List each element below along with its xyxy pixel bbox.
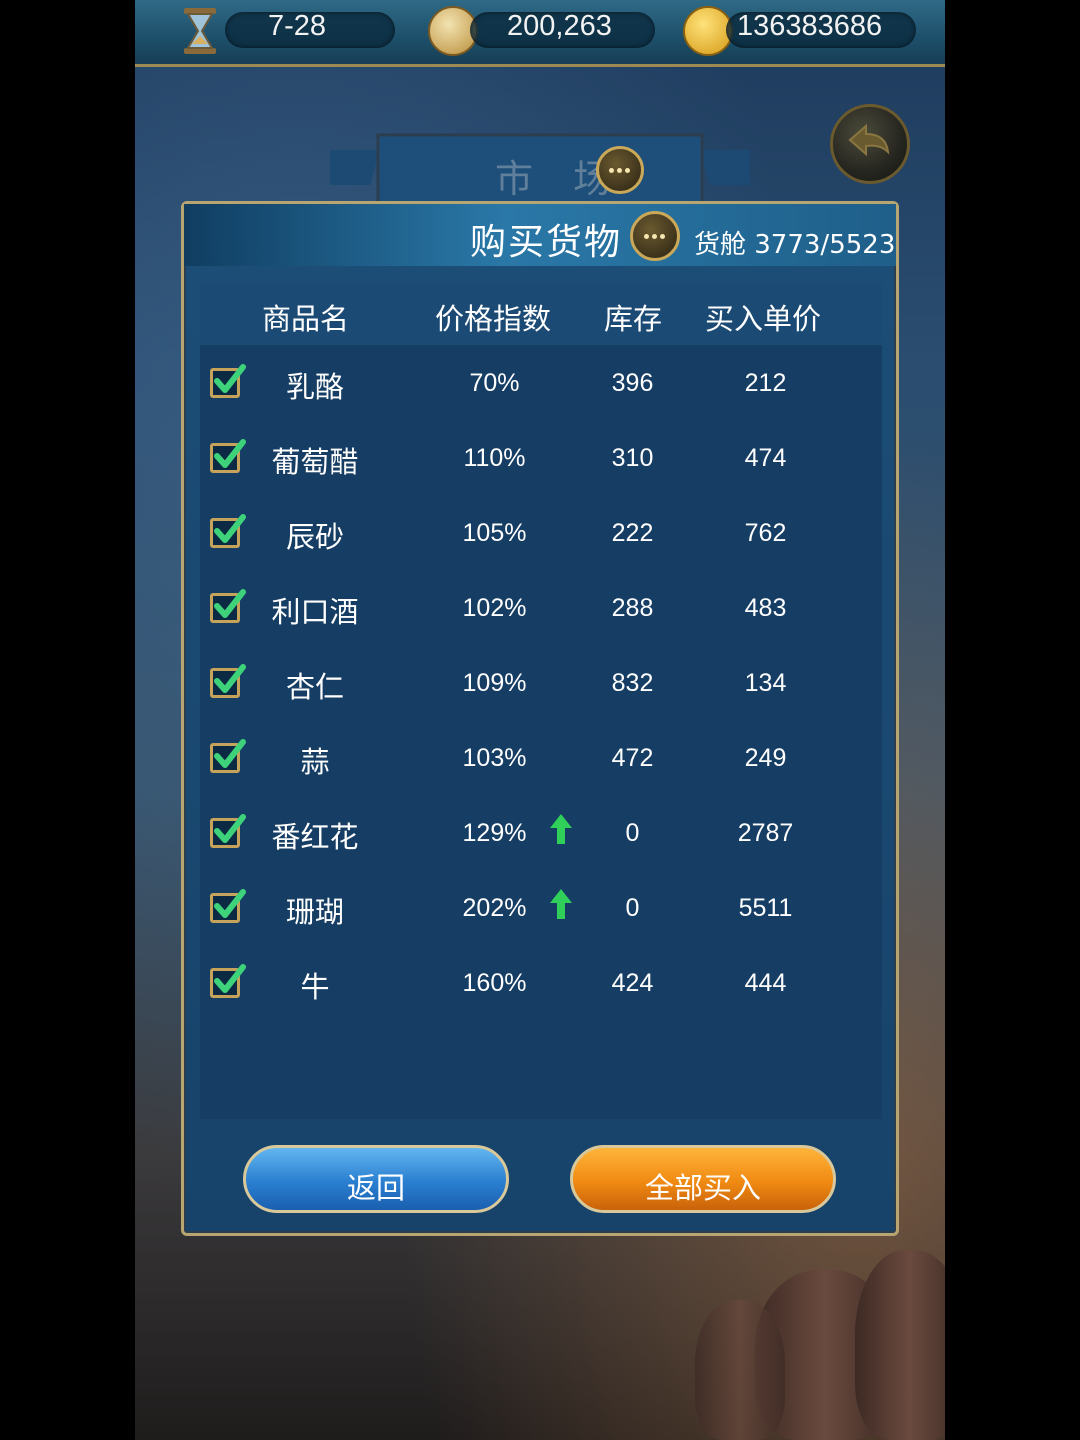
unit-price: 2787 [737,819,794,847]
unit-price: 762 [744,519,787,547]
table-row[interactable]: 利口酒 102% 288 483 [200,573,882,648]
price-index: 70% [469,369,520,397]
stock: 832 [611,669,654,697]
unit-price: 444 [744,969,787,997]
table-row[interactable]: 蒜 103% 472 249 [200,723,882,798]
goods-name: 利口酒 [271,595,359,629]
unit-price: 474 [744,444,787,472]
table-row[interactable]: 葡萄醋 110% 310 474 [200,423,882,498]
price-index: 105% [462,519,527,547]
row-checkbox[interactable] [210,439,246,473]
row-checkbox[interactable] [210,889,246,923]
up-arrow-icon [550,814,572,844]
chat-bubble-icon[interactable] [630,211,680,261]
row-checkbox[interactable] [210,664,246,698]
header-name: 商品名 [262,302,350,336]
panel-title: 购买货物 [470,222,623,263]
goods-name: 杏仁 [285,670,344,704]
row-checkbox[interactable] [210,964,246,998]
header-stock: 库存 [604,302,663,336]
header-price-index: 价格指数 [435,302,552,336]
goods-name: 葡萄醋 [271,445,359,479]
stock: 396 [611,369,654,397]
goods-name: 蒜 [300,745,330,779]
return-button[interactable] [830,104,910,184]
stock: 424 [611,969,654,997]
table-row[interactable]: 牛 160% 424 444 [200,948,882,1023]
goods-name: 辰砂 [285,520,344,554]
back-button-label: 返回 [346,1171,405,1205]
unit-price: 134 [744,669,787,697]
row-checkbox[interactable] [210,514,246,548]
stock: 0 [625,894,640,922]
price-index: 103% [462,744,527,772]
table-row[interactable]: 乳酪 70% 396 212 [200,348,882,423]
table-row[interactable]: 珊瑚 202% 0 5511 [200,873,882,948]
unit-price: 212 [744,369,787,397]
goods-name: 乳酪 [285,370,344,404]
unit-price: 483 [744,594,787,622]
back-button[interactable]: 返回 [243,1145,509,1213]
row-checkbox[interactable] [210,739,246,773]
price-index: 109% [462,669,527,697]
goods-name: 珊瑚 [285,895,344,929]
price-index: 102% [462,594,527,622]
compass-value: 200,263 [507,10,612,42]
gold-value: 136383686 [737,10,883,42]
price-index: 160% [462,969,527,997]
chat-bubble-icon[interactable] [596,146,644,194]
buy-all-button[interactable]: 全部买入 [570,1145,836,1213]
table-row[interactable]: 杏仁 109% 832 134 [200,648,882,723]
date-value: 7-28 [268,10,327,42]
table-row[interactable]: 番红花 129% 0 2787 [200,798,882,873]
row-checkbox[interactable] [210,364,246,398]
row-checkbox[interactable] [210,589,246,623]
header-unit-price: 买入单价 [705,302,822,336]
stock: 472 [611,744,654,772]
goods-name: 番红花 [271,820,359,854]
stock: 222 [611,519,654,547]
table-row[interactable]: 辰砂 105% 222 762 [200,498,882,573]
stock: 0 [625,819,640,847]
price-index: 110% [463,444,526,472]
cargo-capacity: 货舱 3773/5523 [694,230,896,260]
goods-name: 牛 [300,970,330,1004]
stock: 310 [611,444,654,472]
unit-price: 5511 [738,894,793,922]
up-arrow-icon [550,889,572,919]
price-index: 129% [462,819,527,847]
price-index: 202% [462,894,527,922]
unit-price: 249 [744,744,787,772]
hourglass-icon [184,8,216,54]
return-arrow-icon [848,123,890,157]
row-checkbox[interactable] [210,814,246,848]
stock: 288 [611,594,654,622]
buy-all-button-label: 全部买入 [644,1171,761,1205]
